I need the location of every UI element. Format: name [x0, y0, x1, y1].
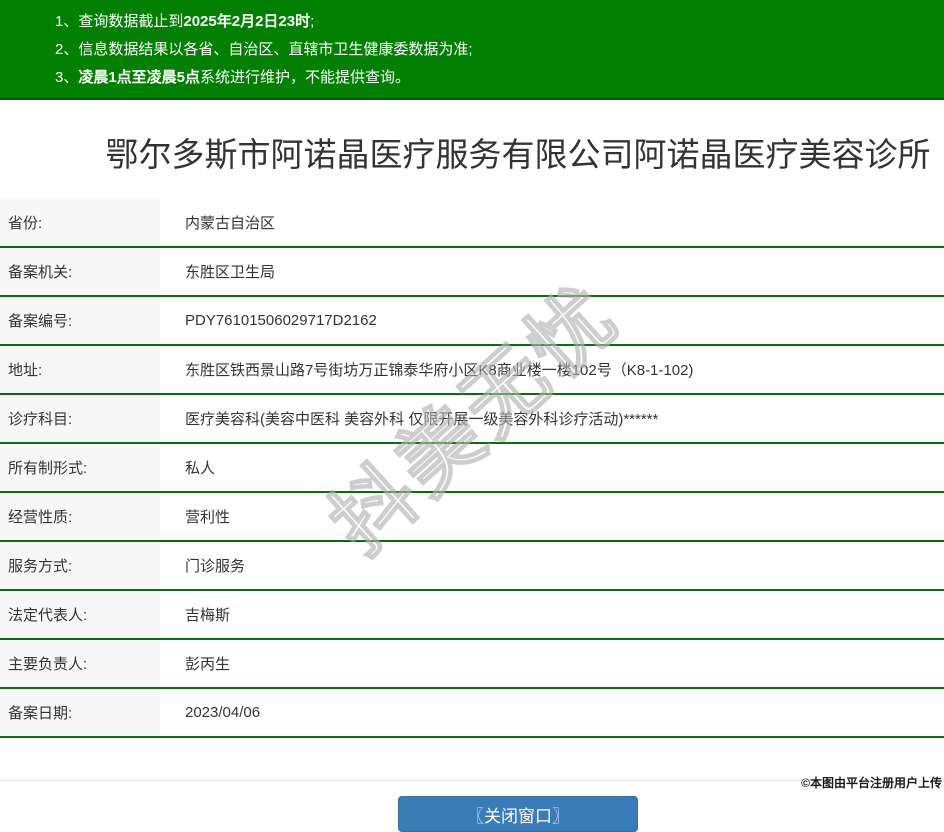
field-label: 所有制形式:: [0, 443, 160, 492]
table-row: 法定代表人: 吉梅斯: [0, 590, 944, 639]
field-value: 营利性: [185, 509, 231, 526]
notice-number: 2、: [55, 41, 79, 58]
notice-line: 3、凌晨1点至凌晨5点系统进行维护，不能提供查询。: [55, 64, 924, 92]
notice-text: ;: [310, 13, 315, 30]
notice-text: 查询数据截止到: [78, 13, 184, 30]
notice-text-bold: 2025年2月2日23时: [183, 13, 311, 30]
field-value: 2023/04/06: [185, 704, 261, 721]
notice-text-bold: 凌晨1点至凌晨5点: [78, 69, 201, 86]
notice-number: 1、: [55, 13, 79, 30]
notice-number: 3、: [55, 69, 79, 86]
field-value: 东胜区铁西景山路7号街坊万正锦泰华府小区K8商业楼一楼102号（K8-1-102…: [185, 362, 694, 379]
field-label: 省份:: [0, 199, 160, 247]
table-row: 备案日期: 2023/04/06: [0, 688, 944, 737]
footer-credit: ©本图由平台注册用户上传: [801, 776, 942, 790]
field-value: 门诊服务: [185, 558, 246, 575]
filing-info-table: 省份: 内蒙古自治区备案机关: 东胜区卫生局备案编号: PDY761015060297…: [0, 199, 944, 738]
table-row: 服务方式: 门诊服务: [0, 541, 944, 590]
notice-banner: 1、查询数据截止到2025年2月2日23时; 2、信息数据结果以各省、自治区、直辖…: [0, 0, 944, 100]
field-label: 备案编号:: [0, 296, 160, 345]
field-label: 经营性质:: [0, 492, 160, 541]
table-row: 所有制形式: 私人: [0, 443, 944, 492]
field-label: 主要负责人:: [0, 639, 160, 688]
table-row: 诊疗科目: 医疗美容科(美容中医科 美容外科 仅限开展一级美容外科诊疗活动)***…: [0, 394, 944, 443]
field-value: 彭丙生: [185, 656, 231, 673]
table-row: 备案机关: 东胜区卫生局: [0, 247, 944, 296]
page-title: 鄂尔多斯市阿诺晶医疗服务有限公司阿诺晶医疗美容诊所: [105, 136, 931, 173]
notice-text: 信息数据结果以各省、自治区、直辖市卫生健康委数据为准;: [78, 41, 473, 58]
field-label: 法定代表人:: [0, 590, 160, 639]
field-value: 吉梅斯: [185, 607, 231, 624]
field-value: PDY76101506029717D2162: [185, 312, 377, 329]
close-window-button[interactable]: 〖关闭窗口〗: [398, 796, 638, 832]
table-row: 备案编号: PDY76101506029717D2162: [0, 296, 944, 345]
notice-text: 系统进行维护，不能提供查询。: [200, 69, 411, 86]
field-value: 内蒙古自治区: [185, 215, 276, 232]
field-value: 私人: [185, 460, 216, 477]
notice-line: 1、查询数据截止到2025年2月2日23时;: [55, 8, 924, 36]
field-value: 东胜区卫生局: [185, 264, 276, 281]
table-row: 省份: 内蒙古自治区: [0, 199, 944, 247]
notice-line: 2、信息数据结果以各省、自治区、直辖市卫生健康委数据为准;: [55, 36, 924, 64]
field-label: 诊疗科目:: [0, 394, 160, 443]
table-row: 主要负责人: 彭丙生: [0, 639, 944, 688]
field-label: 服务方式:: [0, 541, 160, 590]
table-row: 经营性质: 营利性: [0, 492, 944, 541]
field-value: 医疗美容科(美容中医科 美容外科 仅限开展一级美容外科诊疗活动)******: [185, 411, 659, 428]
filing-info-table-body: 省份: 内蒙古自治区备案机关: 东胜区卫生局备案编号: PDY761015060297…: [0, 199, 944, 737]
table-row: 地址: 东胜区铁西景山路7号街坊万正锦泰华府小区K8商业楼一楼102号（K8-1-…: [0, 345, 944, 394]
field-label: 地址:: [0, 345, 160, 394]
notice-list: 1、查询数据截止到2025年2月2日23时; 2、信息数据结果以各省、自治区、直辖…: [55, 8, 924, 92]
field-label: 备案机关:: [0, 247, 160, 296]
field-label: 备案日期:: [0, 688, 160, 737]
